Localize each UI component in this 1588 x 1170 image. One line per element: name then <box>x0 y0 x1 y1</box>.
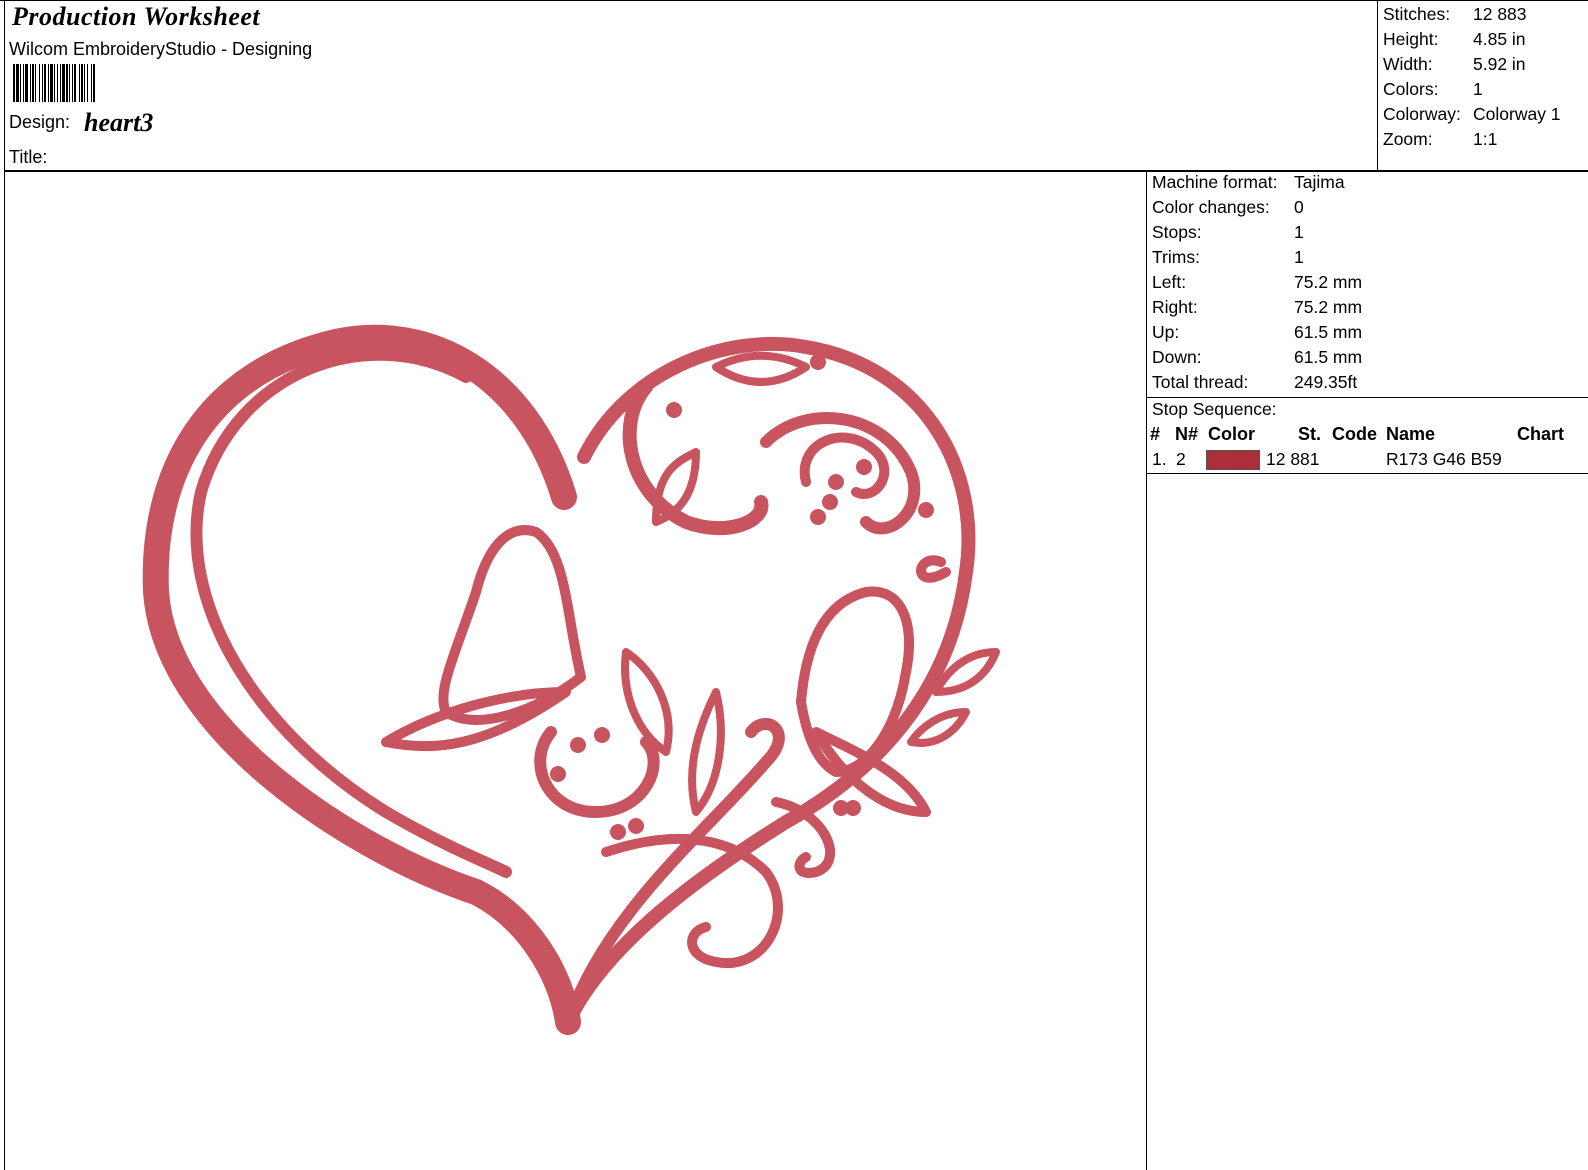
application-name: Wilcom EmbroideryStudio - Designing <box>9 39 313 59</box>
summary-label: Height: <box>1383 29 1439 49</box>
summary-value: 1:1 <box>1473 129 1498 149</box>
summary-label: Stitches: <box>1383 4 1451 24</box>
row-name: R173 G46 B59 <box>1386 449 1502 469</box>
machine-info-value: 1 <box>1294 247 1304 267</box>
dot <box>666 402 682 418</box>
machine-info-value: 75.2 mm <box>1294 297 1363 317</box>
swirl <box>771 797 836 878</box>
machine-info-row: Trims: 1 <box>1152 245 1362 270</box>
design-label: Design: <box>9 112 71 132</box>
dot <box>570 737 586 753</box>
machine-info: Machine format: Tajima Color changes: 0 St… <box>1152 170 1362 395</box>
column-header-color: Color <box>1208 424 1255 444</box>
summary-row: Height: 4.85 in <box>1383 27 1561 52</box>
summary-value: Colorway 1 <box>1473 104 1561 124</box>
summary-label: Width: <box>1383 54 1433 74</box>
dot <box>845 800 861 816</box>
machine-info-row: Up: 61.5 mm <box>1152 320 1362 345</box>
dot <box>810 354 826 370</box>
machine-info-row: Stops: 1 <box>1152 220 1362 245</box>
machine-info-label: Total thread: <box>1152 372 1249 392</box>
machine-info-label: Trims: <box>1152 247 1200 267</box>
heart-outline <box>190 348 512 878</box>
summary-row: Zoom: 1:1 <box>1383 127 1561 152</box>
leaf <box>688 688 725 816</box>
summary-value: 12 883 <box>1473 4 1527 24</box>
summary-row: Colors: 1 <box>1383 77 1561 102</box>
machine-info-label: Color changes: <box>1152 197 1270 217</box>
swirl <box>799 432 890 499</box>
summary-value: 4.85 in <box>1473 29 1526 49</box>
design-summary: Stitches: 12 883 Height: 4.85 in Width: 5.9… <box>1383 2 1561 152</box>
stop-sequence-title: Stop Sequence: <box>1152 399 1277 419</box>
dot <box>628 818 644 834</box>
machine-info-row: Color changes: 0 <box>1152 195 1362 220</box>
column-header-index: # <box>1150 424 1161 444</box>
machine-info-label: Left: <box>1152 272 1187 292</box>
column-header-needle: N# <box>1175 424 1199 444</box>
barcode <box>13 64 171 102</box>
design-name: heart3 <box>84 108 154 137</box>
machine-info-value: 61.5 mm <box>1294 347 1363 367</box>
dot <box>918 502 934 518</box>
swirl <box>916 555 951 583</box>
dot <box>610 824 626 840</box>
color-swatch <box>1206 450 1260 470</box>
machine-info-row: Down: 61.5 mm <box>1152 345 1362 370</box>
leaf <box>621 648 673 756</box>
summary-row: Stitches: 12 883 <box>1383 2 1561 27</box>
machine-info-value: 61.5 mm <box>1294 322 1363 342</box>
column-header-stitches: St. <box>1298 424 1322 444</box>
dot <box>810 509 826 525</box>
machine-info-value: Tajima <box>1294 172 1345 192</box>
summary-label: Colors: <box>1383 79 1439 99</box>
row-needle: 2 <box>1176 449 1186 469</box>
summary-label: Colorway: <box>1383 104 1461 124</box>
summary-value: 5.92 in <box>1473 54 1526 74</box>
machine-info-label: Stops: <box>1152 222 1202 242</box>
machine-info-label: Right: <box>1152 297 1198 317</box>
machine-info-label: Up: <box>1152 322 1180 342</box>
summary-value: 1 <box>1473 79 1483 99</box>
machine-info-value: 0 <box>1294 197 1304 217</box>
machine-info-row: Total thread: 249.35ft <box>1152 370 1362 395</box>
dot <box>594 727 610 743</box>
machine-info-value: 1 <box>1294 222 1304 242</box>
machine-info-value: 249.35ft <box>1294 372 1358 392</box>
summary-label: Zoom: <box>1383 129 1433 149</box>
row-stitches: 12 881 <box>1266 449 1320 469</box>
embroidery-design-preview <box>142 324 1000 1035</box>
title-label: Title: <box>9 147 48 167</box>
dot <box>550 766 566 782</box>
machine-info-label: Machine format: <box>1152 172 1278 192</box>
leaf <box>712 351 810 386</box>
machine-info-label: Down: <box>1152 347 1202 367</box>
leaf <box>907 708 970 747</box>
column-header-name: Name <box>1386 424 1436 444</box>
dot <box>856 459 872 475</box>
row-index: 1. <box>1152 449 1167 469</box>
column-header-chart: Chart <box>1517 424 1565 444</box>
dot <box>822 494 838 510</box>
machine-info-row: Machine format: Tajima <box>1152 170 1362 195</box>
summary-row: Width: 5.92 in <box>1383 52 1561 77</box>
dot <box>828 474 844 490</box>
machine-info-row: Right: 75.2 mm <box>1152 295 1362 320</box>
column-header-code: Code <box>1332 424 1377 444</box>
summary-row: Colorway: Colorway 1 <box>1383 102 1561 127</box>
machine-info-value: 75.2 mm <box>1294 272 1363 292</box>
machine-info-row: Left: 75.2 mm <box>1152 270 1362 295</box>
page-title: Production Worksheet <box>12 2 261 31</box>
